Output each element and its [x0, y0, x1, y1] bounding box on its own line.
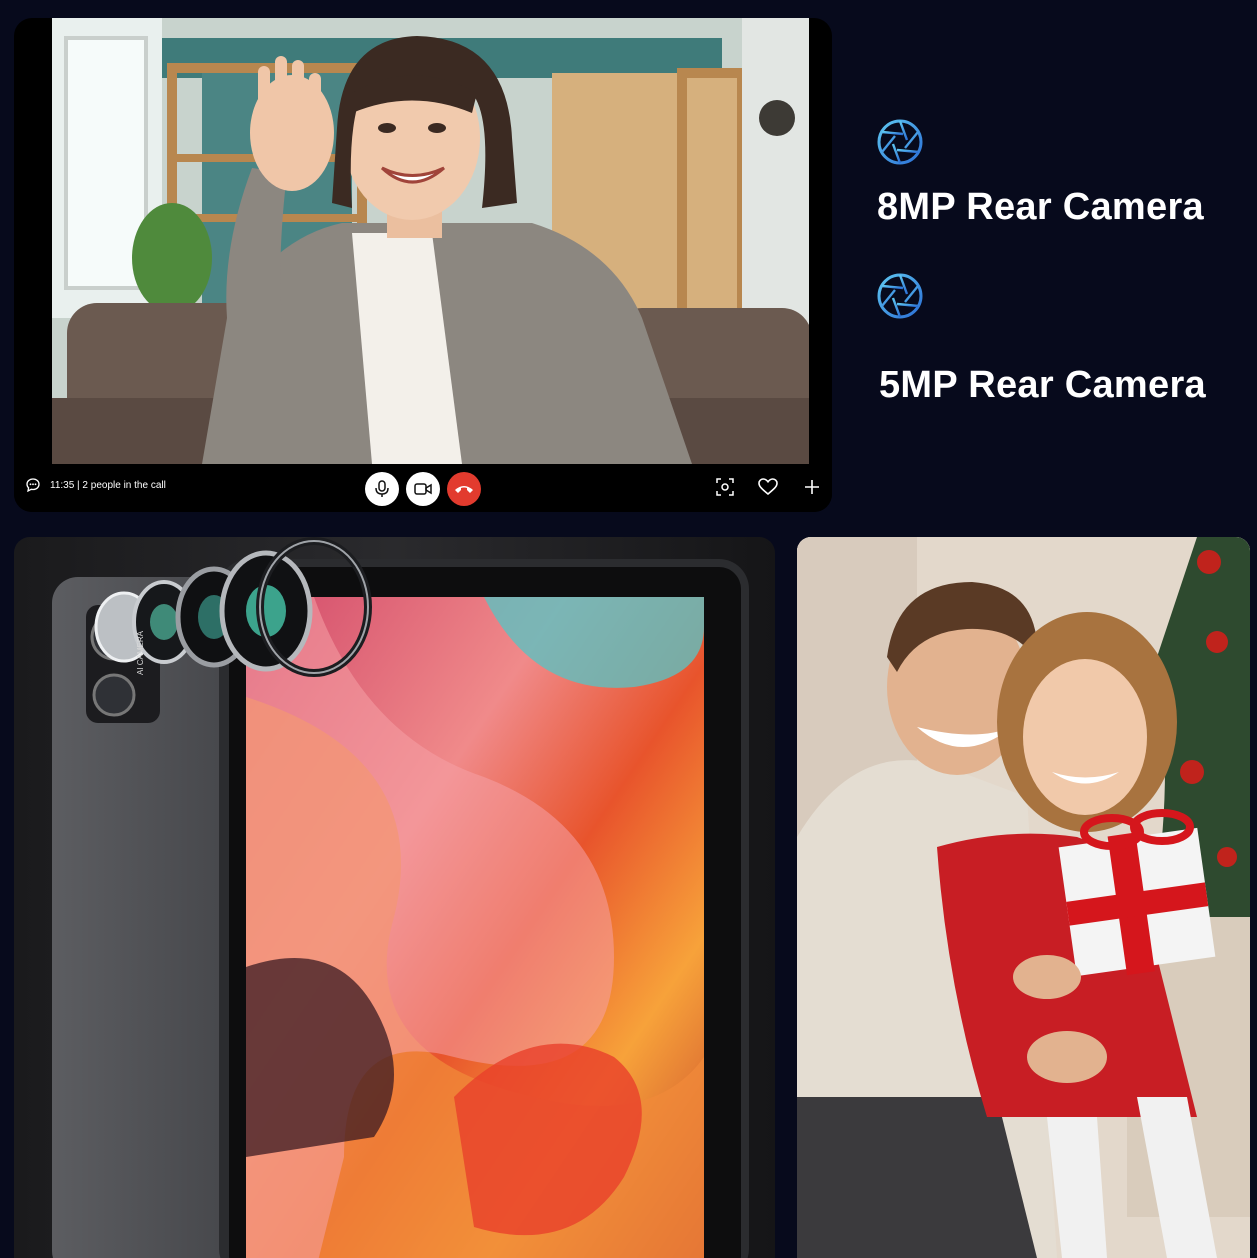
- tablet-product-image: AI CAMERA: [14, 537, 775, 1258]
- call-toolbar: 11:35 | 2 people in the call: [14, 464, 832, 512]
- add-participant-button[interactable]: [801, 476, 823, 498]
- product-collage: 11:35 | 2 people in the call 8MP Rear Ca…: [0, 0, 1257, 1258]
- call-status-text: 11:35 | 2 people in the call: [50, 479, 166, 491]
- video-call-window: 11:35 | 2 people in the call: [14, 18, 832, 512]
- favorite-button[interactable]: [757, 476, 779, 498]
- mute-button[interactable]: [365, 472, 399, 506]
- video-toggle-button[interactable]: [406, 472, 440, 506]
- video-feed-woman-waving: [52, 18, 809, 464]
- screenshot-button[interactable]: [714, 476, 736, 498]
- hang-up-button[interactable]: [447, 472, 481, 506]
- microphone-icon: [375, 480, 389, 497]
- feature-label-5mp: 5MP Rear Camera: [879, 364, 1206, 406]
- call-status: 11:35 | 2 people in the call: [26, 478, 166, 492]
- feature-8mp: [876, 118, 924, 171]
- heart-icon: [758, 478, 778, 496]
- camera-module-label: AI CAMERA: [136, 630, 145, 675]
- camera-aperture-icon: [877, 119, 923, 165]
- plus-icon: [805, 480, 819, 494]
- video-camera-icon: [414, 483, 432, 495]
- family-photo: [797, 537, 1250, 1258]
- camera-aperture-icon: [877, 273, 923, 319]
- screenshot-icon: [716, 478, 734, 496]
- hang-up-icon: [455, 486, 473, 493]
- feature-5mp: [876, 272, 924, 325]
- feature-label-8mp: 8MP Rear Camera: [877, 186, 1204, 228]
- chat-bubble-icon[interactable]: [26, 478, 40, 492]
